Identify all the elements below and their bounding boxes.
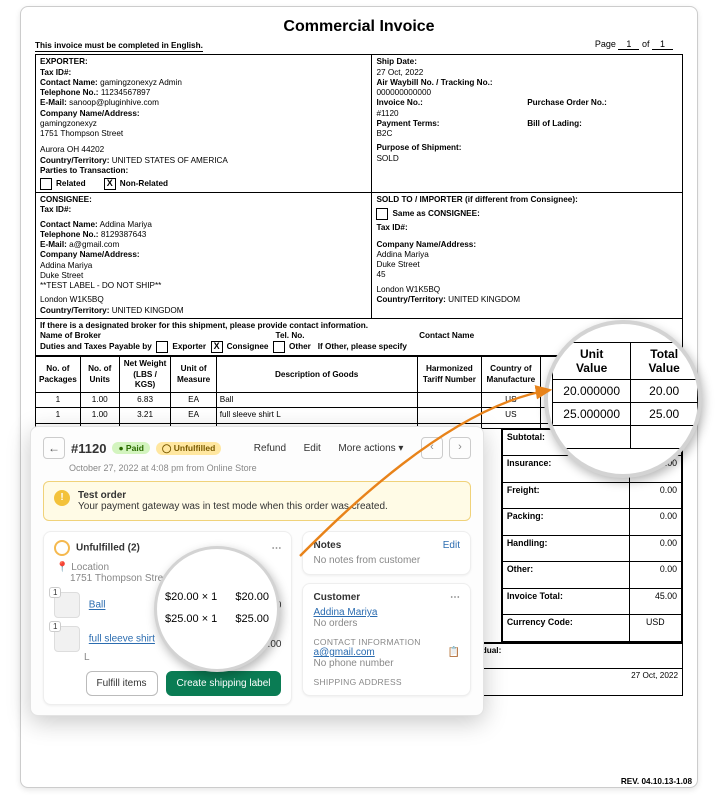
fulfill-items-button[interactable]: Fulfill items xyxy=(86,671,158,696)
more-actions-menu[interactable]: More actions ▾ xyxy=(338,443,403,454)
notes-card: Notes Edit No notes from customer xyxy=(302,531,471,575)
checkbox-exporter[interactable] xyxy=(156,341,168,353)
test-order-banner: ! Test orderYour payment gateway was in … xyxy=(43,481,471,521)
warning-icon: ! xyxy=(54,490,70,506)
product-link[interactable]: full sleeve shirt xyxy=(89,634,155,645)
zoom-line-prices: $20.00 × 1$20.00 $25.00 × 1$25.00 xyxy=(154,546,280,672)
status-badge-paid: ● Paid xyxy=(112,442,149,454)
unfulfilled-icon xyxy=(54,540,70,556)
edit-link[interactable]: Edit xyxy=(304,443,321,454)
create-shipping-label-button[interactable]: Create shipping label xyxy=(166,671,282,696)
checkbox-same-consignee[interactable] xyxy=(376,208,388,220)
page-title: Commercial Invoice xyxy=(35,17,683,37)
checkbox-related[interactable] xyxy=(40,178,52,190)
customer-link[interactable]: Addina Mariya xyxy=(313,607,460,618)
customer-card: Customer⋯ Addina Mariya No orders CONTAC… xyxy=(302,583,471,696)
product-thumb xyxy=(54,626,80,652)
card-menu-icon[interactable]: ⋯ xyxy=(450,592,460,603)
order-meta: October 27, 2022 at 4:08 pm from Online … xyxy=(69,463,471,473)
next-button[interactable]: › xyxy=(449,437,471,459)
product-thumb xyxy=(54,592,80,618)
back-button[interactable]: ← xyxy=(43,437,65,459)
notes-edit-link[interactable]: Edit xyxy=(443,540,460,551)
checkbox-non-related[interactable] xyxy=(104,178,116,190)
consignee-header: CONSIGNEE: xyxy=(40,195,367,205)
soldto-header: SOLD TO / IMPORTER (if different from Co… xyxy=(376,195,678,205)
refund-link[interactable]: Refund xyxy=(254,443,286,454)
exporter-header: EXPORTER: xyxy=(40,57,367,67)
page-number: Page 1 of 1 xyxy=(595,39,673,50)
checkbox-other[interactable] xyxy=(273,341,285,353)
status-badge-unfulfilled: ◯ Unfulfilled xyxy=(156,442,221,455)
product-link[interactable]: Ball xyxy=(89,600,106,611)
order-number: #1120 xyxy=(71,441,106,456)
customer-email-link[interactable]: a@gmail.com xyxy=(313,647,374,658)
checkbox-consignee[interactable] xyxy=(211,341,223,353)
card-menu-icon[interactable]: ⋯ xyxy=(271,543,281,554)
location-icon: 📍 xyxy=(56,562,68,573)
revision-label: REV. 04.10.13-1.08 xyxy=(621,777,692,786)
english-notice: This invoice must be completed in Englis… xyxy=(35,41,203,52)
zoom-unit-value: Unit ValueTotal Value 20.00000020.00 25.… xyxy=(544,320,702,478)
copy-icon[interactable]: 📋 xyxy=(448,647,460,658)
prev-button[interactable]: ‹ xyxy=(421,437,443,459)
